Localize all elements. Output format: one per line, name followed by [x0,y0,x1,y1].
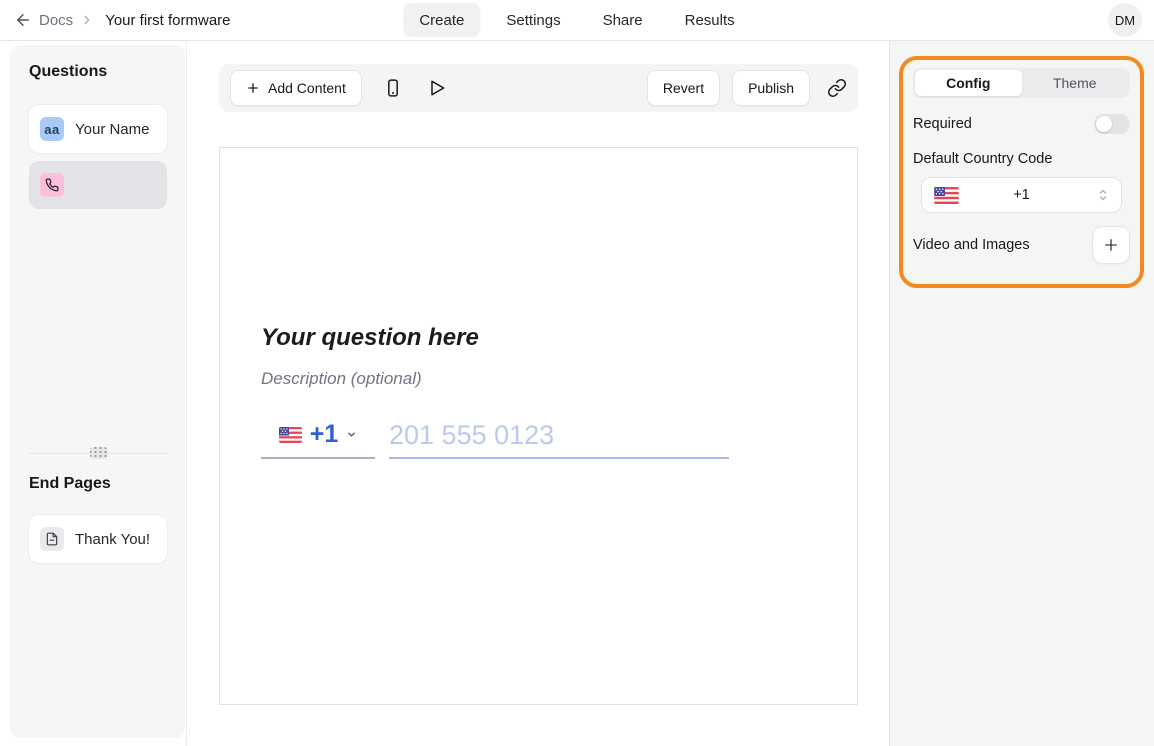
required-toggle[interactable] [1094,114,1130,134]
required-label: Required [913,116,972,132]
chevron-right-icon [80,13,94,27]
arrow-left-icon [14,11,32,29]
end-page-item-label: Thank You! [75,531,150,548]
publish-button[interactable]: Publish [732,70,810,106]
end-pages-heading: End Pages [29,475,111,493]
end-page-item-thank-you[interactable]: Thank You! [29,515,167,563]
tab-theme[interactable]: Theme [1022,70,1129,96]
form-preview-canvas: Your question here Description (optional… [219,147,858,705]
revert-button[interactable]: Revert [647,70,720,106]
question-item-your-name[interactable]: aa Your Name [29,105,167,153]
config-theme-tabs: Config Theme [913,68,1130,98]
phone-number-input[interactable] [389,420,729,457]
breadcrumb: Docs Your first formware [14,0,231,40]
tab-settings[interactable]: Settings [490,3,576,37]
plus-icon [246,81,260,95]
mobile-preview-button[interactable] [383,78,403,98]
video-and-images-label: Video and Images [913,237,1030,253]
play-icon [427,78,447,98]
builder-toolbar: Add Content Revert Publish [219,64,858,112]
toggle-knob [1096,116,1112,132]
avatar[interactable]: DM [1108,3,1142,37]
question-item-label: Your Name [75,121,150,138]
phone-number-group [389,420,729,459]
country-code-selector[interactable]: +1 [261,422,375,459]
copy-link-button[interactable] [827,78,847,98]
tab-results[interactable]: Results [669,3,751,37]
config-panel-highlight-ring: Config Theme Required Default Country Co… [899,56,1144,288]
default-country-code-label: Default Country Code [913,151,1052,167]
country-code-value: +1 [922,187,1121,203]
add-content-button[interactable]: Add Content [230,70,362,106]
name-field-icon: aa [40,117,64,141]
form-title: Your first formware [105,12,230,29]
link-icon [827,78,847,98]
top-bar: Docs Your first formware Create Settings… [0,0,1154,41]
us-flag-icon [279,427,302,443]
tab-config[interactable]: Config [915,70,1022,96]
dial-code-value: +1 [310,422,339,447]
add-content-label: Add Content [268,80,346,96]
question-title-editor[interactable]: Your question here [261,324,479,352]
preview-play-button[interactable] [427,78,447,98]
question-item-phone[interactable] [29,161,167,209]
smartphone-icon [383,78,403,98]
country-code-select[interactable]: +1 [921,177,1122,213]
drag-handle[interactable] [90,447,108,459]
question-description-editor[interactable]: Description (optional) [261,369,422,389]
tab-create[interactable]: Create [403,3,480,37]
add-media-button[interactable] [1092,226,1130,264]
questions-heading: Questions [29,63,107,81]
chevron-down-icon [346,429,357,440]
back-button[interactable] [14,11,32,29]
questions-sidebar: Questions aa Your Name End Pages Thank Y… [10,45,185,738]
phone-icon [40,173,64,197]
select-caret-icon [1097,188,1109,202]
tab-share[interactable]: Share [587,3,659,37]
document-icon [40,527,64,551]
breadcrumb-docs-link[interactable]: Docs [39,12,73,29]
config-panel-area: Config Theme Required Default Country Co… [889,41,1154,746]
builder-center-column: Add Content Revert Publish Your question… [186,41,889,746]
main-nav-tabs: Create Settings Share Results [403,3,750,37]
plus-icon [1102,236,1120,254]
phone-field: +1 [261,420,729,459]
